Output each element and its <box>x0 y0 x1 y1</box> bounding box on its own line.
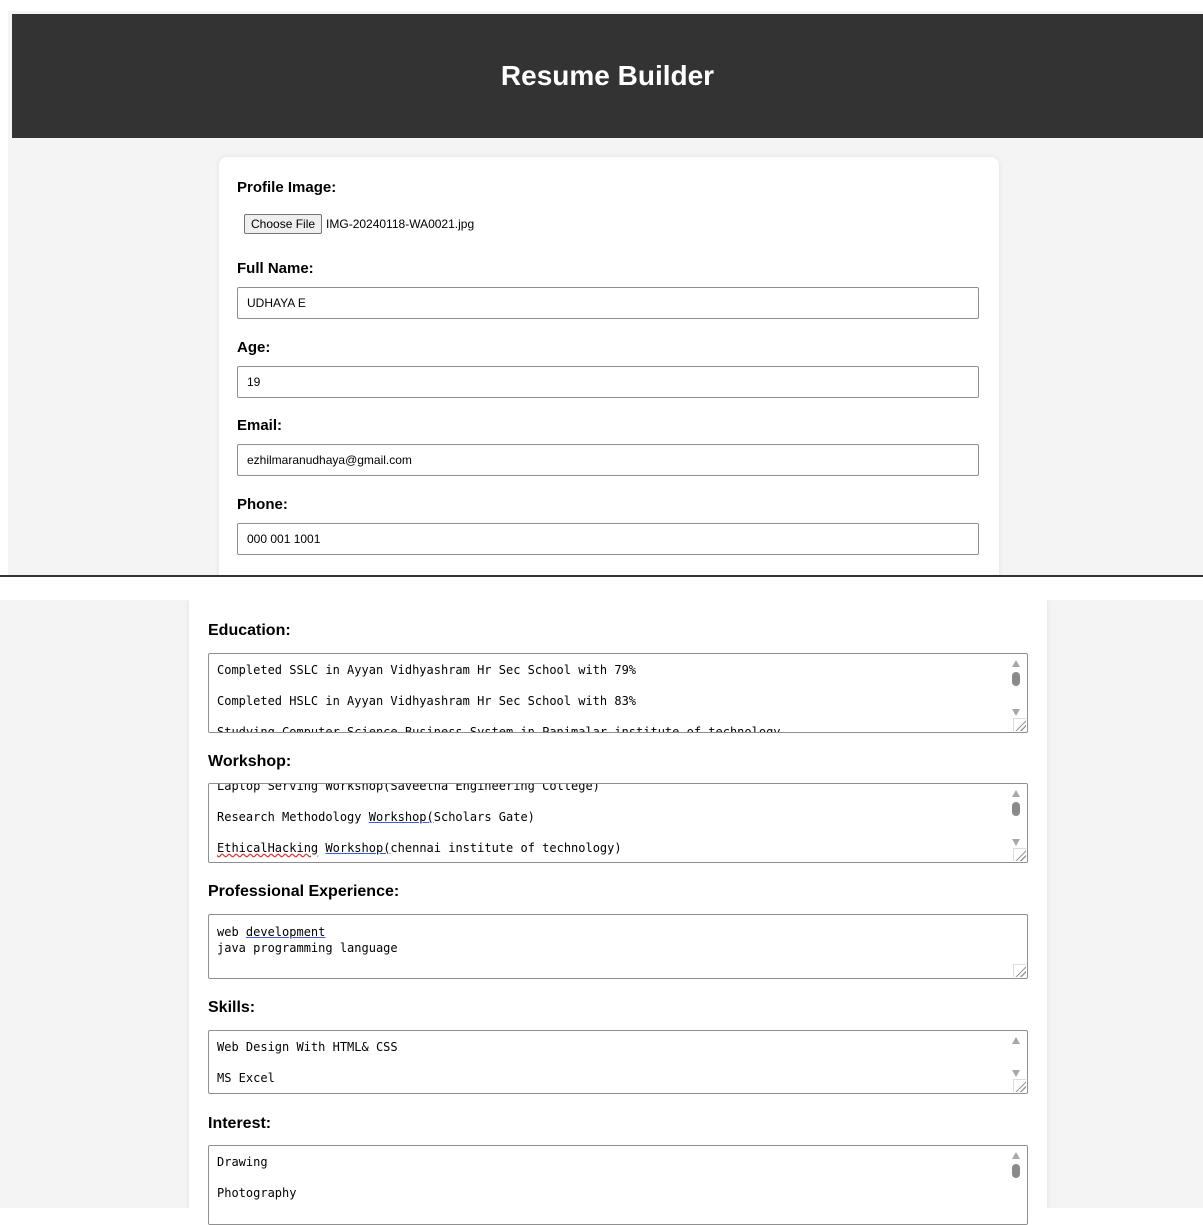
page-title: Resume Builder <box>500 60 715 91</box>
selected-file-name: IMG-20240118-WA0021.jpg <box>326 217 475 231</box>
scroll-up-arrow-icon[interactable] <box>1012 790 1020 797</box>
resize-grip-icon[interactable] <box>1013 718 1026 731</box>
scrollbar-thumb[interactable] <box>1012 802 1020 816</box>
skills-textarea[interactable]: Web Design With HTML& CSS MS Excel <box>208 1030 1028 1094</box>
scrollbar-thumb[interactable] <box>1012 672 1020 686</box>
scrollbar[interactable] <box>1009 788 1023 846</box>
scroll-up-arrow-icon[interactable] <box>1012 1037 1020 1044</box>
experience-label: Professional Experience: <box>208 883 400 900</box>
education-textarea[interactable]: Completed SSLC in Ayyan Vidhyashram Hr S… <box>208 653 1028 733</box>
interest-line: Drawing <box>217 1155 268 1169</box>
spelling-flag: EthicalHacking <box>217 841 319 855</box>
scroll-down-arrow-icon[interactable] <box>1012 709 1020 716</box>
scrollbar[interactable] <box>1009 1150 1023 1208</box>
divider <box>0 575 1203 577</box>
workshop-line: EthicalHacking Workshop(chennai institut… <box>217 841 622 855</box>
workshop-line: Laptop Serving Workshop(Saveetha Enginee… <box>217 783 600 793</box>
interest-label: Interest: <box>208 1115 272 1132</box>
education-label: Education: <box>208 622 291 639</box>
skills-line: Web Design With HTML& CSS <box>217 1040 398 1054</box>
resize-grip-icon[interactable] <box>1013 1079 1026 1092</box>
experience-textarea[interactable]: web development java programming languag… <box>208 914 1028 979</box>
grammar-flag: Workshop( <box>325 841 391 855</box>
skills-line: MS Excel <box>217 1071 275 1085</box>
education-line: Studying Computer Science Business Syste… <box>217 725 781 733</box>
scroll-down-arrow-icon[interactable] <box>1012 839 1020 846</box>
profile-image-label: Profile Image: <box>237 179 337 196</box>
scroll-up-arrow-icon[interactable] <box>1012 1152 1020 1159</box>
workshop-textarea[interactable]: Laptop Serving Workshop(Saveetha Enginee… <box>208 783 1028 863</box>
workshop-label: Workshop: <box>208 753 292 770</box>
scroll-down-arrow-icon[interactable] <box>1012 1070 1020 1077</box>
full-name-input[interactable] <box>237 287 979 319</box>
interest-line: Photography <box>217 1186 297 1200</box>
resize-grip-icon[interactable] <box>1013 964 1026 977</box>
full-name-label: Full Name: <box>237 260 314 277</box>
phone-label: Phone: <box>237 496 288 513</box>
file-picker: Choose File IMG-20240118-WA0021.jpg <box>244 214 474 234</box>
interest-textarea[interactable]: Drawing Photography <box>208 1145 1028 1225</box>
education-line: Completed HSLC in Ayyan Vidhyashram Hr S… <box>217 694 637 708</box>
education-line: Completed SSLC in Ayyan Vidhyashram Hr S… <box>217 663 637 677</box>
phone-input[interactable] <box>237 523 979 555</box>
scrollbar-thumb[interactable] <box>1012 1164 1020 1178</box>
resize-grip-icon[interactable] <box>1013 848 1026 861</box>
choose-file-button[interactable]: Choose File <box>244 214 323 234</box>
email-label: Email: <box>237 417 283 434</box>
workshop-line: Research Methodology Workshop(Scholars G… <box>217 810 535 824</box>
skills-label: Skills: <box>208 999 256 1016</box>
scrollbar[interactable] <box>1009 658 1023 716</box>
age-input[interactable] <box>237 366 979 398</box>
scrollbar[interactable] <box>1009 1035 1023 1077</box>
email-input[interactable] <box>237 444 979 476</box>
age-label: Age: <box>237 339 271 356</box>
app-header: Resume Builder <box>12 14 1203 138</box>
experience-line: web development <box>217 925 326 939</box>
scroll-up-arrow-icon[interactable] <box>1012 660 1020 667</box>
grammar-flag: development <box>245 925 326 939</box>
experience-line: java programming language <box>217 941 398 955</box>
grammar-flag: Workshop( <box>368 810 434 824</box>
